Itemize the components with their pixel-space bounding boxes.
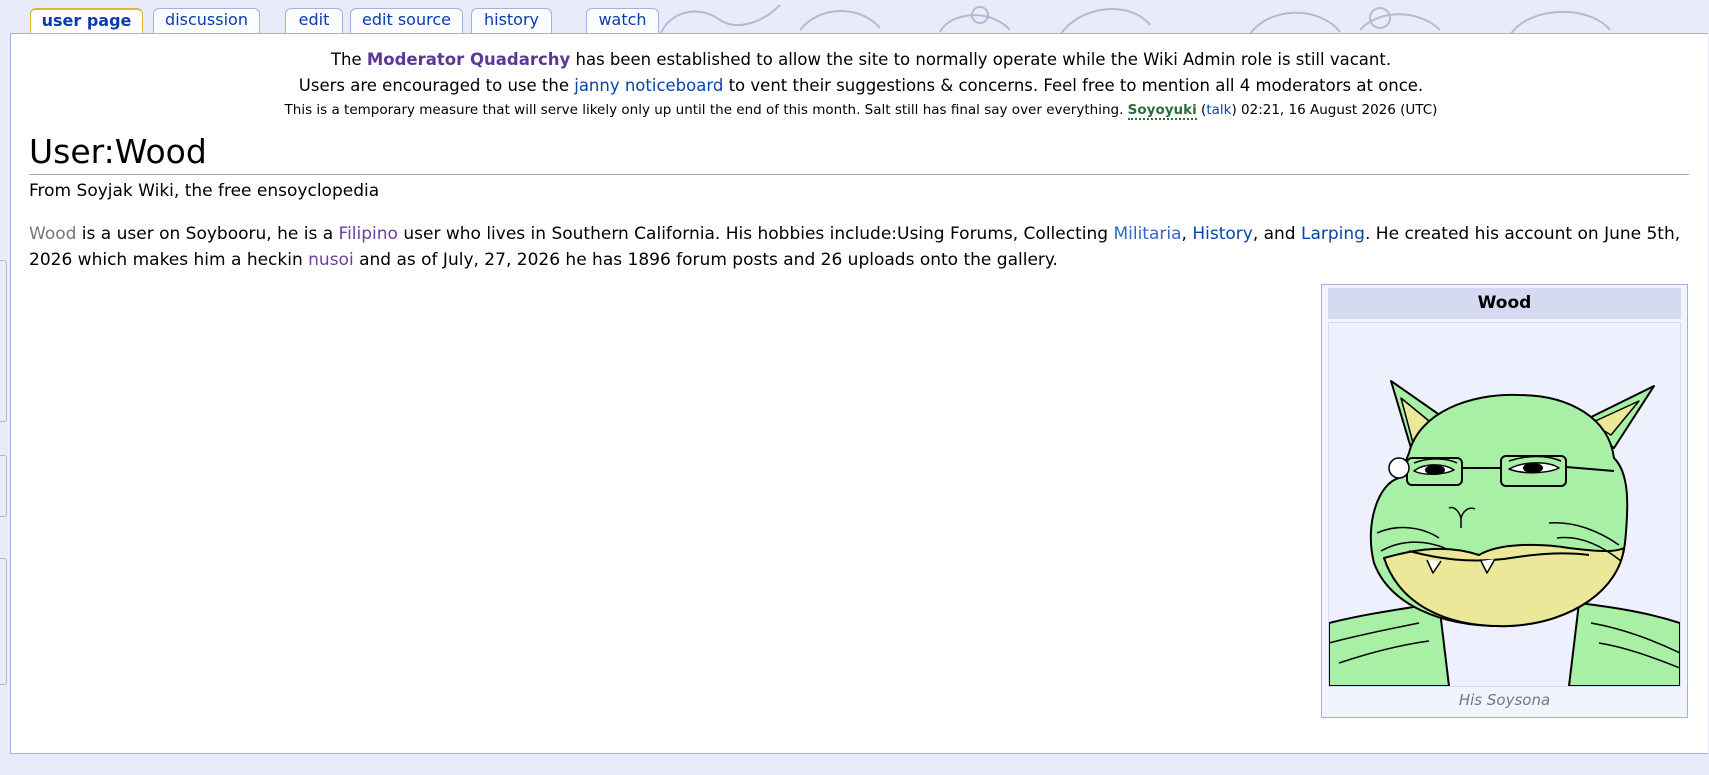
notice-text: The xyxy=(330,50,367,69)
body-paragraph: Wood is a user on Soybooru, he is a Fili… xyxy=(29,221,1689,273)
body-text: is a user on Soybooru, he is a xyxy=(76,224,339,244)
infobox: Wood His Soysona xyxy=(1321,284,1688,718)
site-notice-line2: Users are encouraged to use the janny no… xyxy=(11,73,1709,99)
soysona-image[interactable] xyxy=(1329,323,1680,686)
notice-text: to vent their suggestions & concerns. Fe… xyxy=(723,76,1424,95)
signature-user-link[interactable]: Soyoyuki xyxy=(1127,102,1197,120)
body-text: , and xyxy=(1252,224,1302,244)
notice-text: This is a temporary measure that will se… xyxy=(284,102,1128,118)
signature-timestamp: 02:21, 16 August 2026 (UTC) xyxy=(1241,102,1438,118)
tab-user-page[interactable]: user page xyxy=(30,8,143,34)
tab-edit[interactable]: edit xyxy=(285,8,343,34)
tab-edit-source[interactable]: edit source xyxy=(350,8,463,34)
site-notice: The Moderator Quadarchy has been establi… xyxy=(11,47,1709,120)
body-text: user who lives in Southern California. H… xyxy=(397,224,1114,244)
tab-discussion[interactable]: discussion xyxy=(153,8,260,34)
tab-watch[interactable]: watch xyxy=(586,8,659,34)
moderator-quadarchy-link[interactable]: Moderator Quadarchy xyxy=(367,50,570,69)
site-notice-line1: The Moderator Quadarchy has been establi… xyxy=(11,47,1709,73)
nusoi-link[interactable]: nusoi xyxy=(308,250,354,270)
infobox-image-cell xyxy=(1328,322,1681,687)
janny-noticeboard-link[interactable]: janny noticeboard xyxy=(574,76,723,95)
body-text: , xyxy=(1181,224,1193,244)
page-title: User:Wood xyxy=(29,130,1689,175)
infobox-title: Wood xyxy=(1328,288,1681,319)
body-text: and as of July, 27, 2026 he has 1896 for… xyxy=(353,250,1058,270)
page-content: The Moderator Quadarchy has been establi… xyxy=(10,33,1708,754)
notice-text: ( xyxy=(1196,102,1207,118)
filipino-link[interactable]: Filipino xyxy=(339,224,398,244)
notice-text: Users are encouraged to use the xyxy=(298,76,575,95)
signature-talk-link[interactable]: talk xyxy=(1206,102,1231,118)
larping-link[interactable]: Larping xyxy=(1301,224,1365,244)
wood-link[interactable]: Wood xyxy=(29,224,76,244)
site-notice-line3: This is a temporary measure that will se… xyxy=(11,100,1709,120)
militaria-link[interactable]: Militaria xyxy=(1113,224,1181,244)
tab-history[interactable]: history xyxy=(471,8,552,34)
history-link[interactable]: History xyxy=(1192,224,1252,244)
notice-text: ) xyxy=(1231,102,1242,118)
infobox-caption: His Soysona xyxy=(1458,691,1551,709)
page-tagline: From Soyjak Wiki, the free ensoyclopedia xyxy=(29,181,380,201)
notice-text: has been established to allow the site t… xyxy=(570,50,1392,69)
